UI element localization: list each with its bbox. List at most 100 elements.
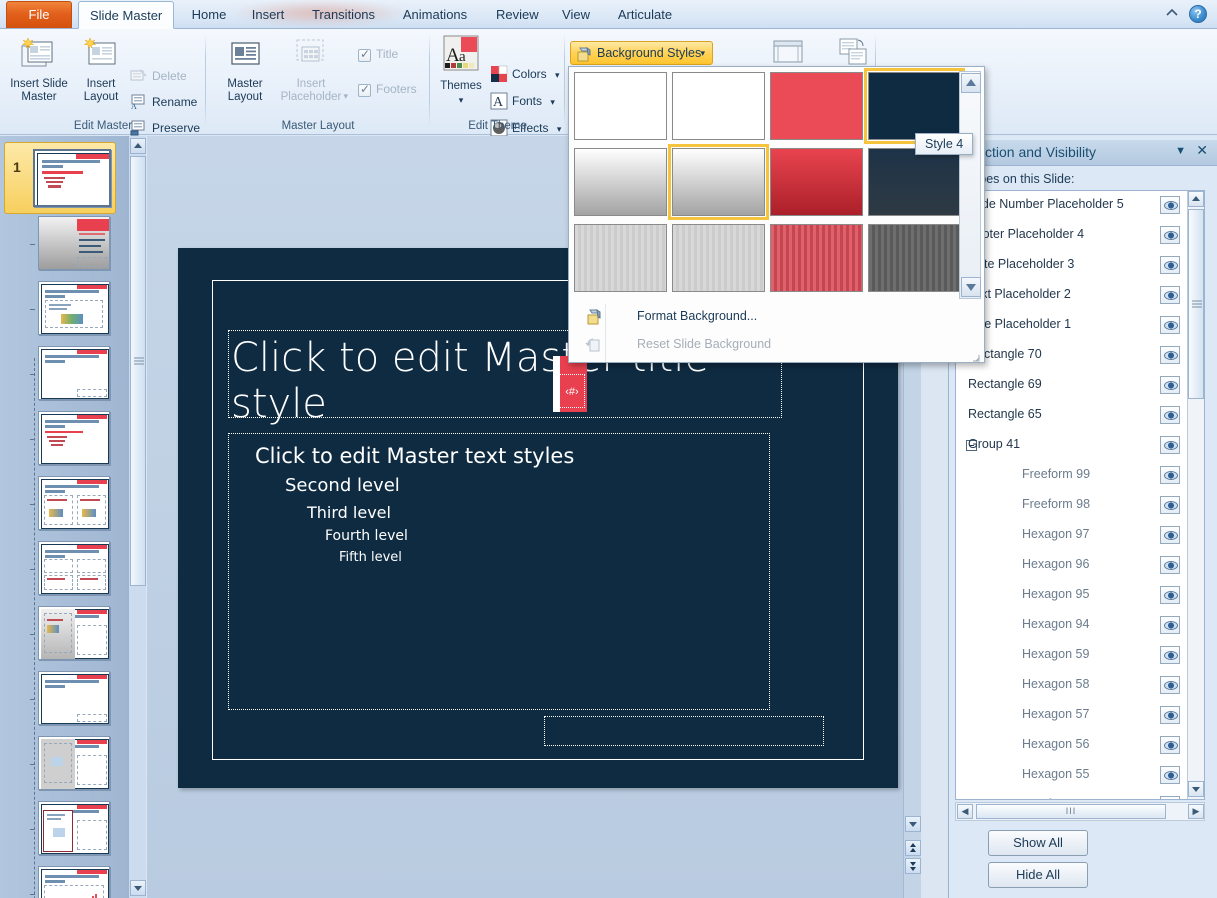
eye-visibility-icon[interactable] [1160,706,1180,724]
eye-visibility-icon[interactable] [1160,406,1180,424]
eye-visibility-icon[interactable] [1160,316,1180,334]
footer-placeholder[interactable] [544,716,824,746]
background-style-swatch[interactable] [672,148,765,216]
background-style-swatch[interactable] [868,72,961,140]
previous-slide-button[interactable] [905,840,921,856]
shape-list-item[interactable]: Hexagon 56 [956,731,1205,761]
format-background-menu-item[interactable]: Format Background... [575,303,980,330]
background-style-swatch[interactable] [574,224,667,292]
background-styles-menu[interactable]: Format Background... Reset Slide Backgro… [568,66,985,363]
insert-layout-button[interactable]: Insert Layout [70,37,132,104]
eye-visibility-icon[interactable] [1160,556,1180,574]
tab-view[interactable]: View [551,1,601,29]
shape-list-item[interactable]: Hexagon 57 [956,701,1205,731]
gallery-scroll-down-button[interactable] [961,277,981,297]
thumbnail-scroll-thumb[interactable] [130,156,146,586]
slide-thumbnail[interactable] [38,606,110,660]
shape-list[interactable]: Slide Number Placeholder 5Footer Placeho… [955,190,1205,800]
slide-number-placeholder[interactable]: ‹#› [559,374,585,408]
shape-list-item[interactable]: Text Placeholder 2 [956,281,1205,311]
tab-review[interactable]: Review [485,1,545,29]
themes-dropdown-icon[interactable]: ▾ [432,94,490,107]
thumbnail-scroll-up-button[interactable] [130,138,146,154]
background-style-swatch[interactable] [868,148,961,216]
shape-list-item[interactable]: Group 41 [956,431,1205,461]
background-style-swatch[interactable] [868,224,961,292]
slide-thumbnail-pane[interactable]: 1 [0,136,128,898]
selection-pane-collapse-icon[interactable]: ▼ [1175,145,1186,157]
background-style-swatch[interactable] [672,224,765,292]
background-styles-gallery[interactable] [574,72,961,298]
shape-list-item[interactable]: Hexagon 94 [956,611,1205,641]
thumbnail-scroll-down-button[interactable] [130,880,146,896]
shape-list-item[interactable]: Hexagon 95 [956,581,1205,611]
slide-thumbnail[interactable] [38,671,110,725]
body-text-placeholder[interactable]: Click to edit Master text styles Second … [228,433,770,710]
theme-colors-button[interactable]: Colors ▾ [488,63,560,85]
minimize-ribbon-icon[interactable] [1165,8,1179,20]
gallery-scroll-up-button[interactable] [961,73,981,93]
colors-dropdown-icon[interactable]: ▾ [555,70,560,80]
shape-list-item[interactable]: Rectangle 69 [956,371,1205,401]
shape-list-item[interactable]: Hexagon 59 [956,641,1205,671]
shape-list-item[interactable]: Hexagon 96 [956,551,1205,581]
slide-thumbnail[interactable] [38,281,110,335]
shape-list-item[interactable]: Hexagon 58 [956,671,1205,701]
background-styles-button[interactable]: Background Styles ▾ [570,41,713,65]
eye-visibility-icon[interactable] [1160,766,1180,784]
shape-list-scroll-thumb[interactable] [1188,209,1204,399]
slide-thumbnail[interactable] [38,216,110,270]
eye-visibility-icon[interactable] [1160,736,1180,754]
tab-articulate[interactable]: Articulate [605,1,685,29]
shape-list-item[interactable]: Title Placeholder 1 [956,311,1205,341]
selection-and-visibility-pane[interactable]: Selection and Visibility ▼ ✕ Shapes on t… [948,136,1217,898]
background-style-swatch[interactable] [574,148,667,216]
eye-visibility-icon[interactable] [1160,286,1180,304]
slide-thumbnail[interactable] [38,476,110,530]
slide-thumbnail[interactable] [38,801,110,855]
menu-resize-grip-icon[interactable] [972,351,980,359]
master-layout-button[interactable]: Master Layout [214,37,276,104]
title-checkbox[interactable] [358,49,371,62]
tab-insert[interactable]: Insert [240,1,296,29]
shape-list-item[interactable]: Rectangle 70 [956,341,1205,371]
slide-scroll-down-button[interactable] [905,816,921,832]
slide-thumbnail[interactable] [38,866,110,898]
eye-visibility-icon[interactable] [1160,196,1180,214]
tab-slide-master[interactable]: Slide Master [78,1,174,29]
eye-visibility-icon[interactable] [1160,616,1180,634]
slide-thumbnail[interactable] [38,736,110,790]
show-all-button[interactable]: Show All [988,830,1088,856]
insert-slide-master-button[interactable]: Insert Slide Master [8,37,70,104]
eye-visibility-icon[interactable] [1160,676,1180,694]
background-style-swatch[interactable] [770,148,863,216]
shape-list-scroll-up-button[interactable] [1188,191,1204,207]
background-style-swatch[interactable] [770,224,863,292]
eye-visibility-icon[interactable] [1160,376,1180,394]
background-style-swatch[interactable] [672,72,765,140]
tab-home[interactable]: Home [180,1,238,29]
shape-list-scrollbar[interactable] [1187,191,1204,799]
background-styles-dropdown-icon[interactable]: ▾ [700,42,705,65]
rename-master-button[interactable]: A Rename [128,91,197,113]
themes-button[interactable]: A a Themes ▾ [432,35,490,107]
shape-list-scroll-down-button[interactable] [1188,781,1204,797]
thumbnail-scrollbar[interactable] [128,136,146,898]
slide-number-accent-shape[interactable]: ‹#› [553,356,587,412]
tab-animations[interactable]: Animations [391,1,479,29]
footers-checkbox[interactable] [358,84,371,97]
shape-list-item[interactable]: Hexagon 97 [956,521,1205,551]
shape-list-item[interactable]: Date Placeholder 3 [956,251,1205,281]
help-icon[interactable]: ? [1189,5,1207,23]
next-slide-button[interactable] [905,858,921,874]
shape-list-item[interactable]: Hexagon 55 [956,761,1205,791]
fonts-dropdown-icon[interactable]: ▾ [550,97,555,107]
eye-visibility-icon[interactable] [1160,496,1180,514]
hscroll-thumb[interactable]: III [976,804,1166,819]
slide-thumbnail[interactable] [38,346,110,400]
eye-visibility-icon[interactable] [1160,226,1180,244]
eye-visibility-icon[interactable] [1160,256,1180,274]
tab-transitions[interactable]: Transitions [298,1,389,29]
theme-fonts-button[interactable]: A Fonts ▾ [488,90,555,112]
eye-visibility-icon[interactable] [1160,526,1180,544]
